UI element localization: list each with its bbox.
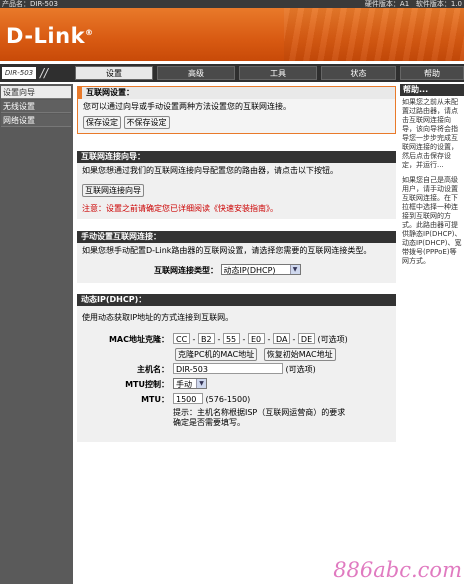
nav-decoration: // [40,66,49,80]
tab-help[interactable]: 帮助 [400,66,464,80]
help-paragraph-1: 如果您之前从未配置过路由器，请点击互联网连接向导，该向导将会指导您一步步完成互联… [402,98,458,169]
dhcp-title: 动态IP(DHCP)： [77,294,396,306]
site-watermark: 886abc.com [333,558,462,582]
internet-setup-panel: 互联网设置： 您可以通过向导或手动设置两种方法设置您的互联网连接。 保存设定 不… [77,86,396,134]
mac-optional: (可选项) [317,335,348,344]
hw-version: 硬件版本：A1 [364,0,410,8]
dhcp-desc: 使用动态获取IP地址的方式连接到互联网。 [82,313,234,322]
sidebar-item-setup-wizard[interactable]: 设置向导 [1,86,71,99]
manual-setup-title: 手动设置互联网连接： [77,231,396,243]
dhcp-panel: 动态IP(DHCP)： 使用动态获取IP地址的方式连接到互联网。 MAC地址克隆… [77,294,396,442]
version-info: 硬件版本：A1 软件版本：1.0 [365,0,462,8]
help-panel: 帮助... 如果您之前从未配置过路由器，请点击互联网连接向导，该向导将会指导您一… [400,84,464,584]
hostname-label: 主机名： [137,365,169,374]
top-info-bar: 产品名：DIR-503 硬件版本：A1 软件版本：1.0 [0,0,464,8]
help-paragraph-2: 如果您自己是高级用户，请手动设置互联网连接。在下拉框中选择一种连接到互联网的方式… [402,176,462,265]
mtu-range: (576-1500) [205,395,251,404]
main-content: 互联网设置： 您可以通过向导或手动设置两种方法设置您的互联网连接。 保存设定 不… [77,84,396,584]
wizard-note: 注意：设置之前请确定您已详细阅读《快速安装指南》。 [82,204,278,213]
mac-octet-6[interactable]: DE [297,333,315,344]
chevron-down-icon: ▼ [289,265,300,274]
mtu-control-label: MTU控制： [125,380,169,389]
connection-type-value: 动态IP(DHCP) [223,266,276,275]
banner-decoration [284,8,464,61]
mtu-input[interactable]: 1500 [173,393,203,404]
mac-address-fields: CC - B2 - 55 - E0 - DA - DE (可选项) [173,333,348,345]
main-nav: DIR-503 // 设置 高级 工具 状态 帮助 [0,64,464,82]
manual-setup-panel: 手动设置互联网连接： 如果您想手动配置D-Link路由器的互联网设置，请选择您需… [77,231,396,283]
mac-octet-5[interactable]: DA [272,333,290,344]
hostname-hint-line1: 提示：主机名称根据ISP（互联网运营商）的要求 [173,408,346,417]
hostname-optional: (可选项) [285,365,316,374]
connection-type-select[interactable]: 动态IP(DHCP) ▼ [220,264,301,275]
save-settings-button[interactable]: 保存设定 [83,116,121,129]
model-badge: DIR-503 [2,67,36,79]
sidebar-item-network[interactable]: 网络设置 [1,114,71,127]
mac-octet-2[interactable]: B2 [197,333,215,344]
product-label: 产品名：DIR-503 [2,0,58,8]
mac-octet-1[interactable]: CC [173,333,190,344]
mac-octet-4[interactable]: E0 [247,333,265,344]
fw-version: 软件版本：1.0 [415,0,462,8]
help-title: 帮助... [400,84,464,96]
wizard-panel: 互联网连接向导： 如果您想通过我们的互联网连接向导配置您的路由器，请点击以下按钮… [77,151,396,219]
connection-type-label: 互联网连接类型： [154,266,218,275]
mtu-label: MTU： [141,395,169,404]
restore-mac-button[interactable]: 恢复初始MAC地址 [263,348,336,361]
internet-setup-title: 互联网设置： [78,87,395,99]
manual-setup-desc: 如果您想手动配置D-Link路由器的互联网设置，请选择您需要的互联网连接类型。 [82,246,372,255]
brand-banner: D-Link® [0,8,464,61]
mtu-control-value: 手动 [176,380,192,389]
wizard-title: 互联网连接向导： [77,151,396,163]
dlink-logo: D-Link® [6,24,94,48]
mac-octet-3[interactable]: 55 [222,333,240,344]
tab-setup[interactable]: 设置 [75,66,153,80]
mtu-control-select[interactable]: 手动 ▼ [173,378,207,389]
wizard-desc: 如果您想通过我们的互联网连接向导配置您的路由器，请点击以下按钮。 [82,166,338,175]
hostname-hint-line2: 确定是否需要填写。 [173,418,245,427]
chevron-down-icon: ▼ [196,379,206,388]
dont-save-button[interactable]: 不保存设定 [123,116,170,129]
mac-clone-label: MAC地址克隆： [108,335,169,344]
sidebar-item-wireless[interactable]: 无线设置 [1,100,71,113]
tab-tools[interactable]: 工具 [239,66,317,80]
sidebar: 设置向导 无线设置 网络设置 [0,84,73,584]
hostname-input[interactable]: DIR-503 [173,363,283,374]
internet-setup-desc: 您可以通过向导或手动设置两种方法设置您的互联网连接。 [83,102,291,111]
connection-wizard-button[interactable]: 互联网连接向导 [82,184,144,197]
tab-status[interactable]: 状态 [321,66,396,80]
tab-advanced[interactable]: 高级 [157,66,235,80]
clone-pc-mac-button[interactable]: 克隆PC机的MAC地址 [175,348,258,361]
